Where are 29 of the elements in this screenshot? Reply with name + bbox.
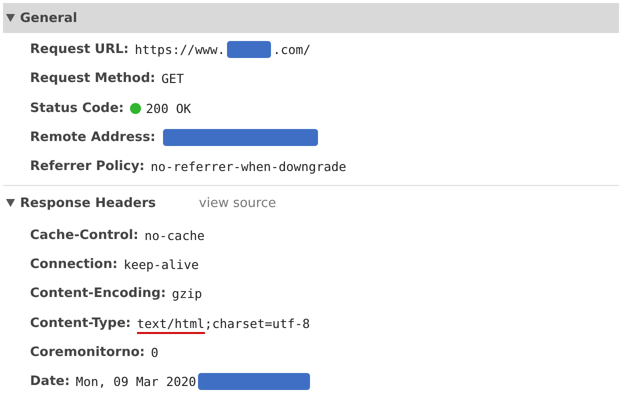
- header-name: Request URL:: [30, 42, 129, 58]
- header-value: 200 OK: [146, 100, 192, 116]
- view-source-link[interactable]: view source: [198, 196, 276, 211]
- header-value: text/html: [136, 316, 205, 334]
- section-title: General: [20, 10, 78, 26]
- header-value: https://www.: [134, 42, 226, 58]
- header-value: keep-alive: [124, 256, 199, 272]
- section-header[interactable]: General: [3, 3, 619, 33]
- header-name: Connection:: [30, 256, 118, 272]
- section-title: Response Headers: [20, 196, 156, 211]
- header-value: GET: [161, 71, 184, 86]
- redaction-bar: [227, 41, 272, 58]
- header-value: no-referrer-when-downgrade: [150, 159, 346, 174]
- header-name: Content-Encoding:: [30, 286, 166, 302]
- header-name: Coremonitorno:: [30, 344, 145, 360]
- header-name: Date:: [30, 374, 70, 390]
- header-name: Remote Address:: [30, 130, 156, 146]
- header-name: Status Code:: [30, 100, 124, 116]
- header-value: ;charset=utf-8: [204, 316, 310, 331]
- header-value: 0: [150, 344, 158, 360]
- section-header[interactable]: Response Headers view source: [3, 188, 619, 218]
- header-name: Cache-Control:: [30, 228, 138, 243]
- header-value: gzip: [172, 286, 202, 302]
- header-name: Referrer Policy:: [30, 159, 145, 174]
- header-name: Content-Type:: [30, 316, 131, 331]
- header-name: Request Method:: [30, 71, 156, 86]
- header-value: no-cache: [144, 228, 205, 243]
- header-value: .com/: [273, 42, 311, 58]
- header-value: Mon, 09 Mar 2020: [76, 374, 196, 390]
